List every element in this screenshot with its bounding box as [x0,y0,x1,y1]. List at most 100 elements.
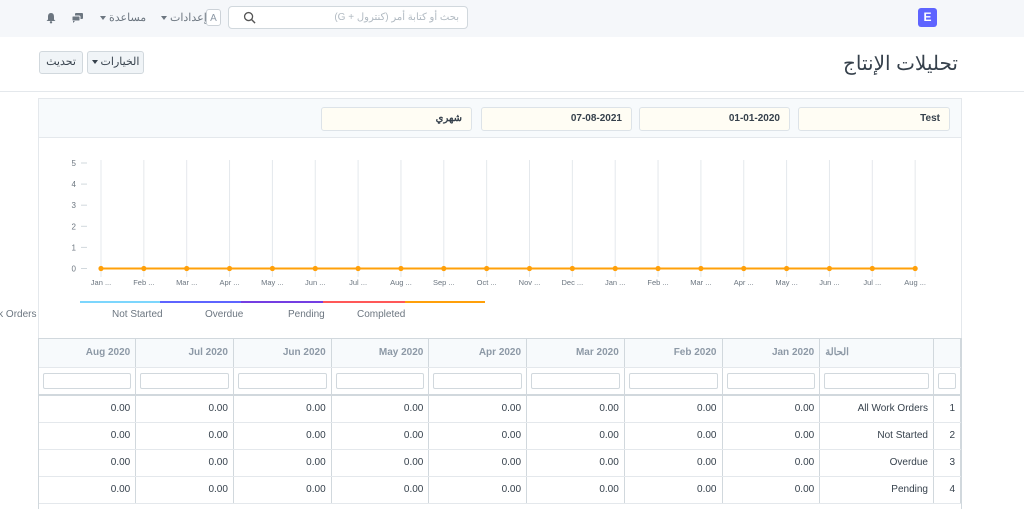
value-cell[interactable]: 0.00 [331,476,430,504]
y-tick-label: 5 [72,159,77,168]
column-filter-input[interactable] [628,372,718,389]
x-tick-label: May ... [261,278,284,287]
x-tick-label: Mar ... [690,278,711,287]
table-body: 0.00 0.00 0.00 0.00 0.00 0.00 0.00 0.00 All Work… [39,395,961,504]
data-point [184,265,190,272]
value-cell[interactable]: 0.00 [39,422,137,450]
data-point [526,265,533,272]
value-cell[interactable]: 0.00 [135,476,234,504]
data-point [784,265,790,272]
x-tick-label: May ... [775,278,798,287]
x-tick-label: Jul ... [863,278,881,287]
column-header[interactable]: Feb 2020 [624,339,723,368]
value-cell[interactable]: 0.00 [526,422,625,450]
value-cell[interactable]: 0.00 [39,476,137,504]
row-number: 3 [933,449,961,477]
status-cell[interactable]: Not Started [819,422,934,450]
column-filter-input[interactable] [937,372,956,389]
table-row[interactable]: 0.00 0.00 0.00 0.00 0.00 0.00 0.00 0.00 All Work… [39,395,961,423]
x-tick-label: Dec ... [562,278,584,287]
column-header[interactable]: May 2020 [331,339,430,368]
value-cell[interactable]: 0.00 [331,449,430,477]
header-row: Aug 2020 Jul 2020 Jun 2020 May 2020 Apr … [39,339,961,368]
value-cell[interactable]: 0.00 [428,476,528,504]
data-point [226,265,233,272]
column-filter-input[interactable] [237,372,327,389]
legend-swatch [405,301,485,303]
column-filter-input[interactable] [726,372,816,389]
line-chart: 0 1 2 3 4 5 Jan ... Feb ... Mar ... Apr ... May ..… [72,159,926,287]
value-cell[interactable]: 0.00 [233,395,332,423]
value-cell[interactable]: 0.00 [233,422,332,450]
value-cell[interactable]: 0.00 [722,449,821,477]
value-cell[interactable]: 0.00 [39,449,137,477]
value-cell[interactable]: 0.00 [526,449,625,477]
legend-label: Not Started [112,309,163,320]
column-filter-input[interactable] [824,372,929,389]
report-table: Aug 2020 Jul 2020 Jun 2020 May 2020 Apr … [38,338,962,509]
row-number: 4 [933,476,961,504]
y-tick-label: 4 [72,180,77,189]
x-tick-label: Jan ... [91,278,111,287]
x-tick-label: Jun ... [305,278,325,287]
value-cell[interactable]: 0.00 [722,476,821,504]
value-cell[interactable]: 0.00 [428,449,528,477]
x-tick-label: Feb ... [647,278,668,287]
value-cell[interactable]: 0.00 [428,422,528,450]
column-filter-input[interactable] [140,372,229,389]
value-cell[interactable]: 0.00 [331,422,430,450]
legend-label: Work Orders [0,309,37,320]
value-cell[interactable]: 0.00 [722,395,821,423]
column-header[interactable]: Jul 2020 [135,339,234,368]
value-cell[interactable]: 0.00 [331,395,430,423]
legend-clip: Work Orders [0,300,38,324]
x-tick-label: Mar ... [176,278,197,287]
legend-label: Completed [357,309,406,320]
value-cell[interactable]: 0.00 [39,395,137,423]
column-filter-input[interactable] [433,372,523,389]
value-cell[interactable]: 0.00 [135,449,234,477]
value-cell[interactable]: 0.00 [624,476,723,504]
value-cell[interactable]: 0.00 [526,476,625,504]
row-number: 1 [933,395,961,423]
value-cell[interactable]: 0.00 [233,449,332,477]
data-point [312,265,318,272]
row-number-header [933,339,961,368]
x-tick-label: Sep ... [433,278,455,287]
value-cell[interactable]: 0.00 [233,476,332,504]
status-cell[interactable]: Overdue [819,449,934,477]
status-cell[interactable]: All Work Orders [819,395,934,423]
value-cell[interactable]: 0.00 [135,422,234,450]
legend-swatch [160,301,241,303]
value-cell[interactable]: 0.00 [624,449,723,477]
value-cell[interactable]: 0.00 [624,422,723,450]
value-cell[interactable]: 0.00 [526,395,625,423]
status-cell[interactable]: Pending [819,476,934,504]
column-header[interactable]: Jan 2020 [722,339,821,368]
table-row[interactable]: 0.00 0.00 0.00 0.00 0.00 0.00 0.00 0.00 Overdue 3 [39,449,961,477]
status-column-header[interactable]: الحالة [819,339,934,368]
x-tick-label: Feb ... [133,278,154,287]
column-filter-input[interactable] [335,372,425,389]
table-row[interactable]: 0.00 0.00 0.00 0.00 0.00 0.00 0.00 0.00 Pending 4 [39,476,961,504]
x-tick-label: Apr ... [220,278,240,287]
column-header[interactable]: Aug 2020 [39,339,137,368]
column-filter-input[interactable] [43,372,132,389]
legend-label: Overdue [205,309,244,320]
value-cell[interactable]: 0.00 [624,395,723,423]
y-tick-label: 2 [72,222,77,231]
value-cell[interactable]: 0.00 [135,395,234,423]
column-header[interactable]: Mar 2020 [526,339,625,368]
value-cell[interactable]: 0.00 [722,422,821,450]
x-tick-label: Oct ... [477,278,497,287]
column-header[interactable]: Apr 2020 [428,339,528,368]
column-header[interactable]: Jun 2020 [233,339,332,368]
data-point [869,265,875,272]
y-tick-label: 1 [72,243,77,252]
x-tick-label: Aug ... [904,278,926,287]
x-tick-label: Jul ... [349,278,367,287]
table-row[interactable]: 0.00 0.00 0.00 0.00 0.00 0.00 0.00 0.00 Not Star… [39,422,961,450]
column-filter-input[interactable] [531,372,620,389]
value-cell[interactable]: 0.00 [428,395,528,423]
data-point [612,265,618,272]
